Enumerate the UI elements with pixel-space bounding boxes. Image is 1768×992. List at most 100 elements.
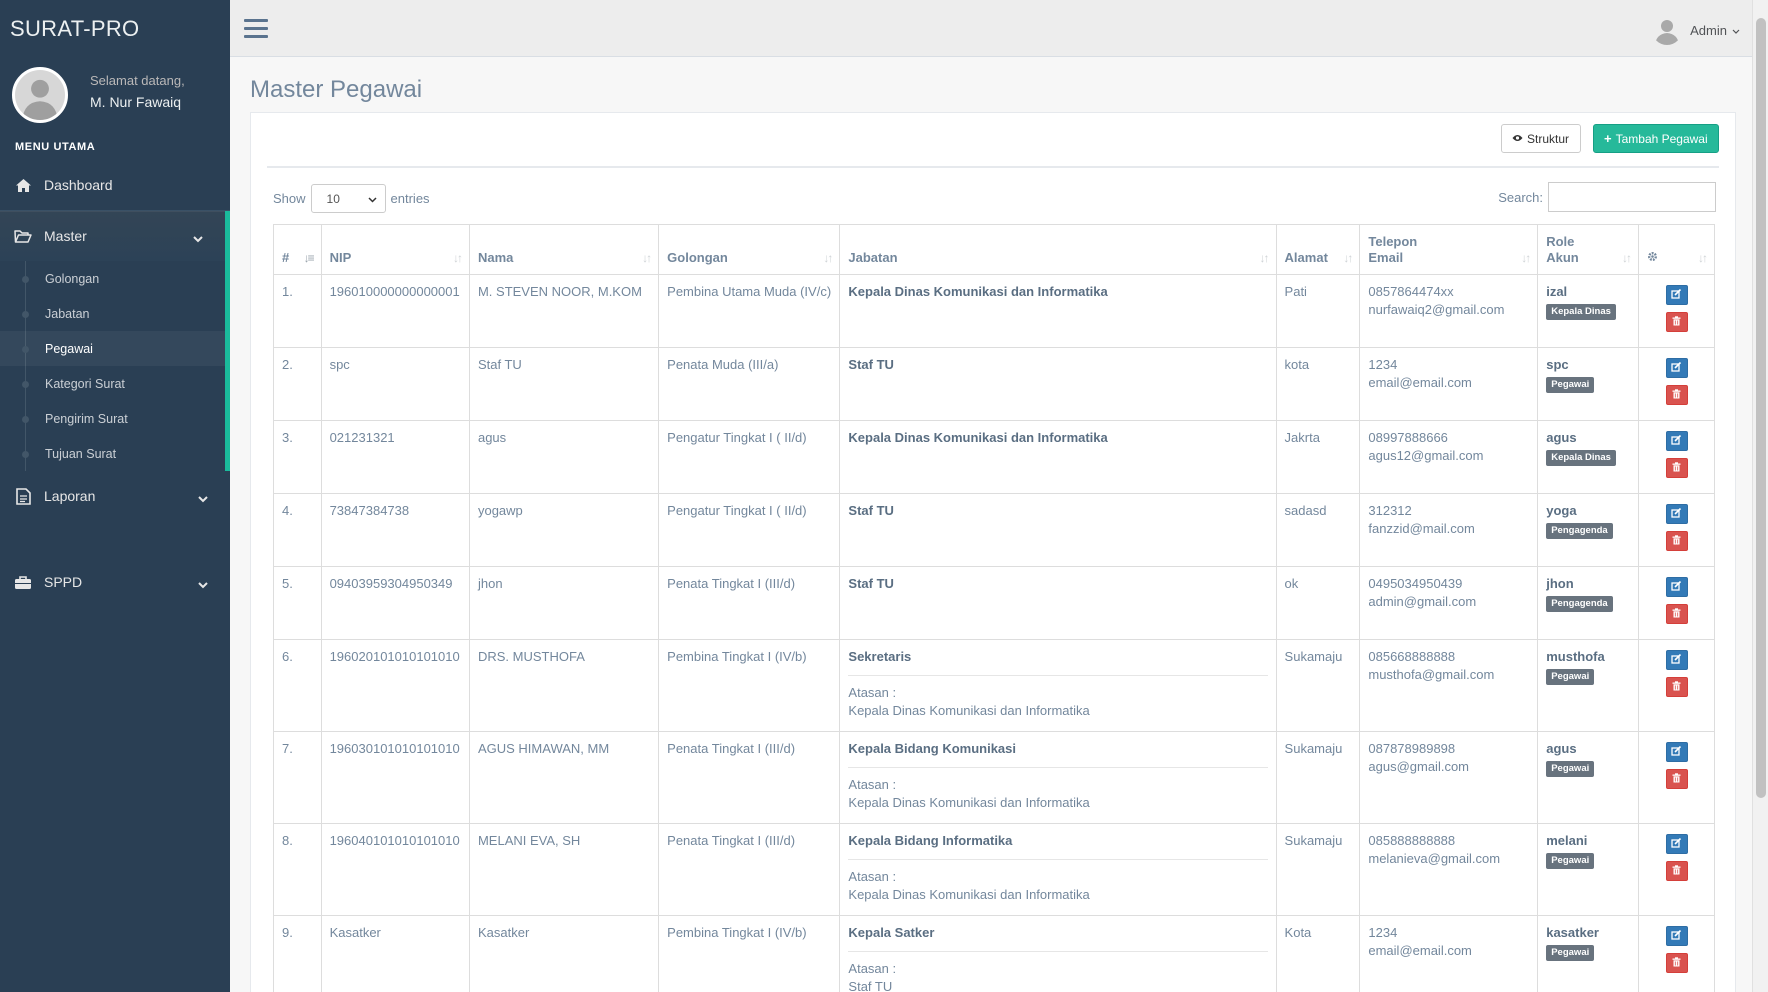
edit-button[interactable] bbox=[1665, 358, 1688, 378]
col-header-jabatan[interactable]: Jabatan ↓↑ bbox=[839, 224, 1277, 275]
col-header-role-akun[interactable]: Role Akun ↓↑ bbox=[1537, 224, 1640, 275]
cell-alamat: Kota bbox=[1275, 915, 1361, 992]
scrollbar-thumb[interactable] bbox=[1756, 18, 1766, 798]
col-header-no[interactable]: # ↓≡ bbox=[273, 224, 322, 275]
file-text-icon bbox=[14, 487, 32, 505]
chevron-down-icon bbox=[198, 490, 208, 506]
col-header-nip[interactable]: NIP ↓↑ bbox=[320, 224, 470, 275]
cell-role-akun: spc Pegawai bbox=[1537, 347, 1640, 421]
delete-button[interactable] bbox=[1665, 312, 1688, 332]
email-text: email@email.com bbox=[1368, 375, 1472, 391]
sidebar-item-label: Golongan bbox=[45, 271, 100, 286]
cell-nama: MELANI EVA, SH bbox=[468, 823, 660, 916]
sidebar-item-pengirim-surat[interactable]: Pengirim Surat bbox=[0, 401, 225, 436]
edit-button[interactable] bbox=[1665, 742, 1688, 762]
cell-telepon-email: 087878989898 agus@gmail.com bbox=[1359, 731, 1539, 824]
delete-button[interactable] bbox=[1665, 953, 1688, 973]
jabatan-text: Sekretaris bbox=[848, 649, 912, 664]
bullet-dot bbox=[22, 276, 29, 283]
telepon-text: 0495034950439 bbox=[1368, 576, 1463, 591]
delete-button[interactable] bbox=[1665, 531, 1688, 551]
cell-actions bbox=[1638, 731, 1715, 824]
col-header-golongan[interactable]: Golongan ↓↑ bbox=[658, 224, 841, 275]
entries-label: entries bbox=[390, 191, 430, 206]
user-avatar bbox=[12, 67, 68, 123]
cell-alamat: ok bbox=[1275, 566, 1361, 640]
sidebar-item-pegawai[interactable]: Pegawai bbox=[0, 331, 225, 366]
search-input[interactable] bbox=[1548, 182, 1716, 212]
akun-text: agus bbox=[1546, 741, 1577, 756]
page-scrollbar[interactable] bbox=[1752, 0, 1768, 992]
delete-button[interactable] bbox=[1665, 385, 1688, 405]
cell-telepon-email: 08997888666 agus12@gmail.com bbox=[1359, 420, 1539, 494]
cell-role-akun: kasatker Pegawai bbox=[1537, 915, 1640, 992]
edit-button[interactable] bbox=[1665, 431, 1688, 451]
page-length-select[interactable]: 10 bbox=[310, 184, 386, 213]
cell-no: 2. bbox=[273, 347, 322, 421]
cell-jabatan: Sekretaris Atasan : Kepala Dinas Komunikas… bbox=[839, 639, 1277, 732]
struktur-button-label: Struktur bbox=[1527, 131, 1570, 146]
struktur-button[interactable]: Struktur bbox=[1501, 124, 1581, 153]
delete-button[interactable] bbox=[1665, 458, 1688, 478]
cell-nip: spc bbox=[320, 347, 470, 421]
edit-icon bbox=[1671, 432, 1682, 450]
divider bbox=[848, 767, 1268, 769]
cell-golongan: Penata Tingkat I (III/d) bbox=[658, 823, 841, 916]
edit-button[interactable] bbox=[1665, 834, 1688, 854]
home-icon bbox=[14, 176, 32, 194]
tambah-pegawai-button[interactable]: + Tambah Pegawai bbox=[1593, 124, 1719, 153]
telepon-text: 085888888888 bbox=[1368, 833, 1456, 848]
sidebar-item-master[interactable]: Master bbox=[0, 211, 230, 261]
edit-button[interactable] bbox=[1665, 285, 1688, 305]
email-text: agus@gmail.com bbox=[1368, 759, 1469, 775]
cell-no: 6. bbox=[273, 639, 322, 732]
sidebar-item-label: Dashboard bbox=[44, 177, 113, 193]
sidebar-item-tujuan-surat[interactable]: Tujuan Surat bbox=[0, 436, 225, 471]
cell-nip: 196040101010101010 bbox=[320, 823, 470, 916]
sidebar-item-golongan[interactable]: Golongan bbox=[0, 261, 225, 296]
edit-button[interactable] bbox=[1665, 577, 1688, 597]
cell-role-akun: jhon Pengagenda bbox=[1537, 566, 1640, 640]
app-brand[interactable]: SURAT-PRO bbox=[0, 0, 230, 57]
sidebar-item-laporan[interactable]: Laporan bbox=[0, 471, 230, 521]
col-header-alamat[interactable]: Alamat ↓↑ bbox=[1275, 224, 1361, 275]
cell-alamat: Pati bbox=[1275, 274, 1361, 348]
jabatan-text: Kepala Bidang Komunikasi bbox=[848, 741, 1016, 756]
delete-button[interactable] bbox=[1665, 604, 1688, 624]
email-text: email@email.com bbox=[1368, 943, 1472, 959]
profile-panel: Selamat datang, M. Nur Fawaiq bbox=[0, 57, 230, 135]
role-badge: Pengagenda bbox=[1546, 523, 1613, 539]
sidebar-item-jabatan[interactable]: Jabatan bbox=[0, 296, 225, 331]
sidebar-item-sppd[interactable]: SPPD bbox=[0, 557, 230, 607]
col-header-actions[interactable]: ↓↑ bbox=[1638, 224, 1715, 275]
menu-toggle-icon[interactable] bbox=[244, 19, 268, 39]
trash-icon bbox=[1672, 862, 1681, 880]
search-label: Search: bbox=[1498, 189, 1543, 205]
edit-button[interactable] bbox=[1665, 926, 1688, 946]
page-title: Master Pegawai bbox=[250, 76, 423, 103]
jabatan-text: Kepala Dinas Komunikasi dan Informatika bbox=[848, 284, 1108, 299]
delete-button[interactable] bbox=[1665, 861, 1688, 881]
menu-section-title: MENU UTAMA bbox=[15, 141, 96, 153]
cell-telepon-email: 0495034950439 admin@gmail.com bbox=[1359, 566, 1539, 640]
table-row: 2. spc Staf TU Penata Muda (III/a) Staf TU ko… bbox=[273, 347, 1715, 421]
cell-jabatan: Kepala Bidang Informatika Atasan : Kepala … bbox=[839, 823, 1277, 916]
cell-telepon-email: 1234 email@email.com bbox=[1359, 347, 1539, 421]
divider bbox=[848, 859, 1268, 861]
edit-button[interactable] bbox=[1665, 504, 1688, 524]
edit-button[interactable] bbox=[1665, 650, 1688, 670]
delete-button[interactable] bbox=[1665, 677, 1688, 697]
email-text: fanzzid@mail.com bbox=[1368, 521, 1475, 537]
sidebar-item-label: SPPD bbox=[44, 574, 83, 590]
user-menu[interactable]: Admin bbox=[1652, 15, 1740, 45]
sidebar-item-dashboard[interactable]: Dashboard bbox=[0, 160, 230, 210]
cell-no: 4. bbox=[273, 493, 322, 567]
cell-role-akun: izal Kepala Dinas bbox=[1537, 274, 1640, 348]
delete-button[interactable] bbox=[1665, 769, 1688, 789]
telepon-text: 087878989898 bbox=[1368, 741, 1456, 756]
cell-alamat: Sukamaju bbox=[1275, 639, 1361, 732]
col-header-nama[interactable]: Nama ↓↑ bbox=[468, 224, 660, 275]
cell-nama: agus bbox=[468, 420, 660, 494]
col-header-telepon-email[interactable]: Telepon Email ↓↑ bbox=[1359, 224, 1539, 275]
sidebar-item-kategori-surat[interactable]: Kategori Surat bbox=[0, 366, 225, 401]
